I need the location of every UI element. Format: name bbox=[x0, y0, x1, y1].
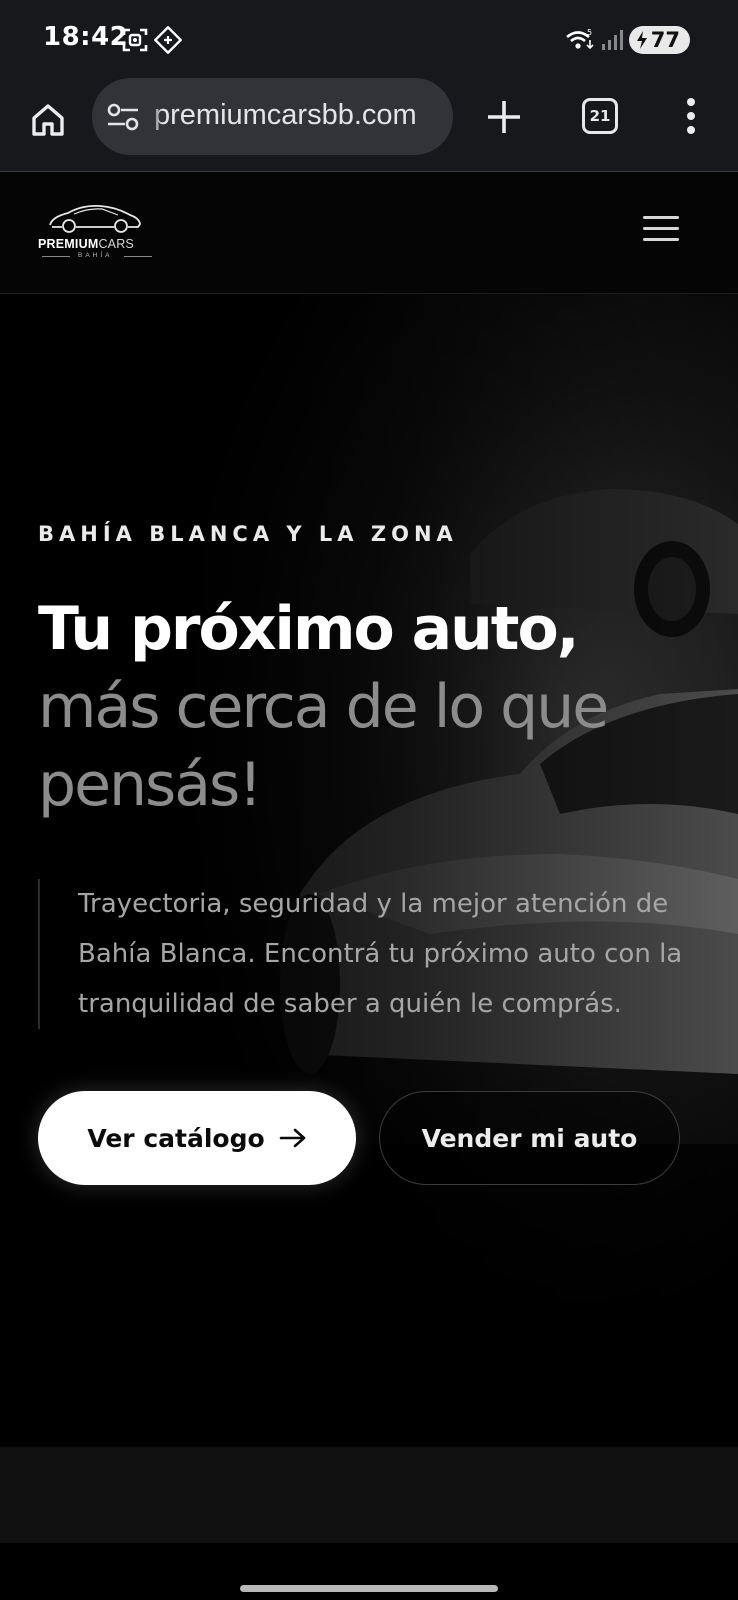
screen-record-icon bbox=[122, 28, 148, 52]
hero-title-strong: Tu próximo auto, bbox=[38, 594, 580, 664]
more-vert-icon[interactable] bbox=[678, 94, 704, 138]
hero-section: BAHÍA BLANCA Y LA ZONA Tu próximo auto, … bbox=[0, 294, 738, 1447]
home-button[interactable] bbox=[26, 98, 70, 142]
browser-toolbar: premiumcarsbb.com 21 bbox=[0, 78, 738, 172]
wifi-icon: 5 bbox=[565, 28, 594, 50]
sell-my-car-button[interactable]: Vender mi auto bbox=[379, 1091, 680, 1185]
logo-wordmark: PREMIUMCARS bbox=[38, 237, 134, 251]
hero-description: Trayectoria, seguridad y la mejor atenci… bbox=[38, 879, 698, 1029]
arrow-right-icon bbox=[279, 1128, 305, 1148]
hamburger-line bbox=[643, 227, 679, 230]
hero-eyebrow: BAHÍA BLANCA Y LA ZONA bbox=[38, 522, 458, 546]
battery-level: 77 bbox=[650, 28, 680, 52]
tab-count: 21 bbox=[589, 107, 611, 125]
logo-word-light: CARS bbox=[98, 237, 134, 251]
logo-subtitle: BAHÍA bbox=[78, 252, 113, 259]
hamburger-menu-icon[interactable] bbox=[643, 216, 679, 242]
system-navigation-bar bbox=[0, 1543, 738, 1600]
logo-divider-right bbox=[124, 256, 152, 257]
hamburger-line bbox=[643, 238, 679, 241]
home-icon bbox=[32, 104, 64, 136]
status-time: 18:42 bbox=[43, 22, 129, 52]
shortcut-diamond-icon bbox=[154, 26, 182, 54]
battery-charging-icon bbox=[636, 31, 647, 49]
view-catalog-button[interactable]: Ver catálogo bbox=[38, 1091, 356, 1185]
tabs-button[interactable]: 21 bbox=[582, 98, 618, 134]
status-bar: 18:42 5 77 bbox=[0, 0, 738, 78]
url-text: premiumcarsbb.com bbox=[154, 99, 417, 131]
url-fade bbox=[148, 78, 162, 155]
address-bar[interactable]: premiumcarsbb.com bbox=[92, 78, 453, 155]
view-catalog-label: Ver catálogo bbox=[87, 1123, 265, 1153]
gesture-handle[interactable] bbox=[240, 1585, 498, 1592]
site-settings-icon[interactable] bbox=[106, 102, 140, 132]
next-section bbox=[0, 1447, 738, 1543]
hero-background-cars-image bbox=[0, 294, 738, 1447]
status-right: 5 77 bbox=[565, 24, 690, 56]
svg-text:5: 5 bbox=[587, 28, 592, 37]
sell-my-car-label: Vender mi auto bbox=[421, 1123, 638, 1153]
battery-indicator: 77 bbox=[628, 26, 690, 54]
premiumcars-logo[interactable]: PREMIUMCARS BAHÍA bbox=[38, 201, 158, 263]
signal-icon bbox=[601, 30, 623, 50]
logo-divider-left bbox=[42, 256, 70, 257]
site-header: PREMIUMCARS BAHÍA bbox=[0, 173, 738, 294]
new-tab-plus-icon[interactable] bbox=[482, 95, 526, 139]
hero-title-soft: más cerca de lo que pensás! bbox=[38, 672, 609, 820]
hamburger-line bbox=[643, 216, 679, 219]
logo-word-bold: PREMIUM bbox=[38, 237, 99, 251]
hero-title: Tu próximo auto, más cerca de lo que pen… bbox=[38, 590, 678, 824]
car-logo-icon bbox=[49, 204, 141, 233]
